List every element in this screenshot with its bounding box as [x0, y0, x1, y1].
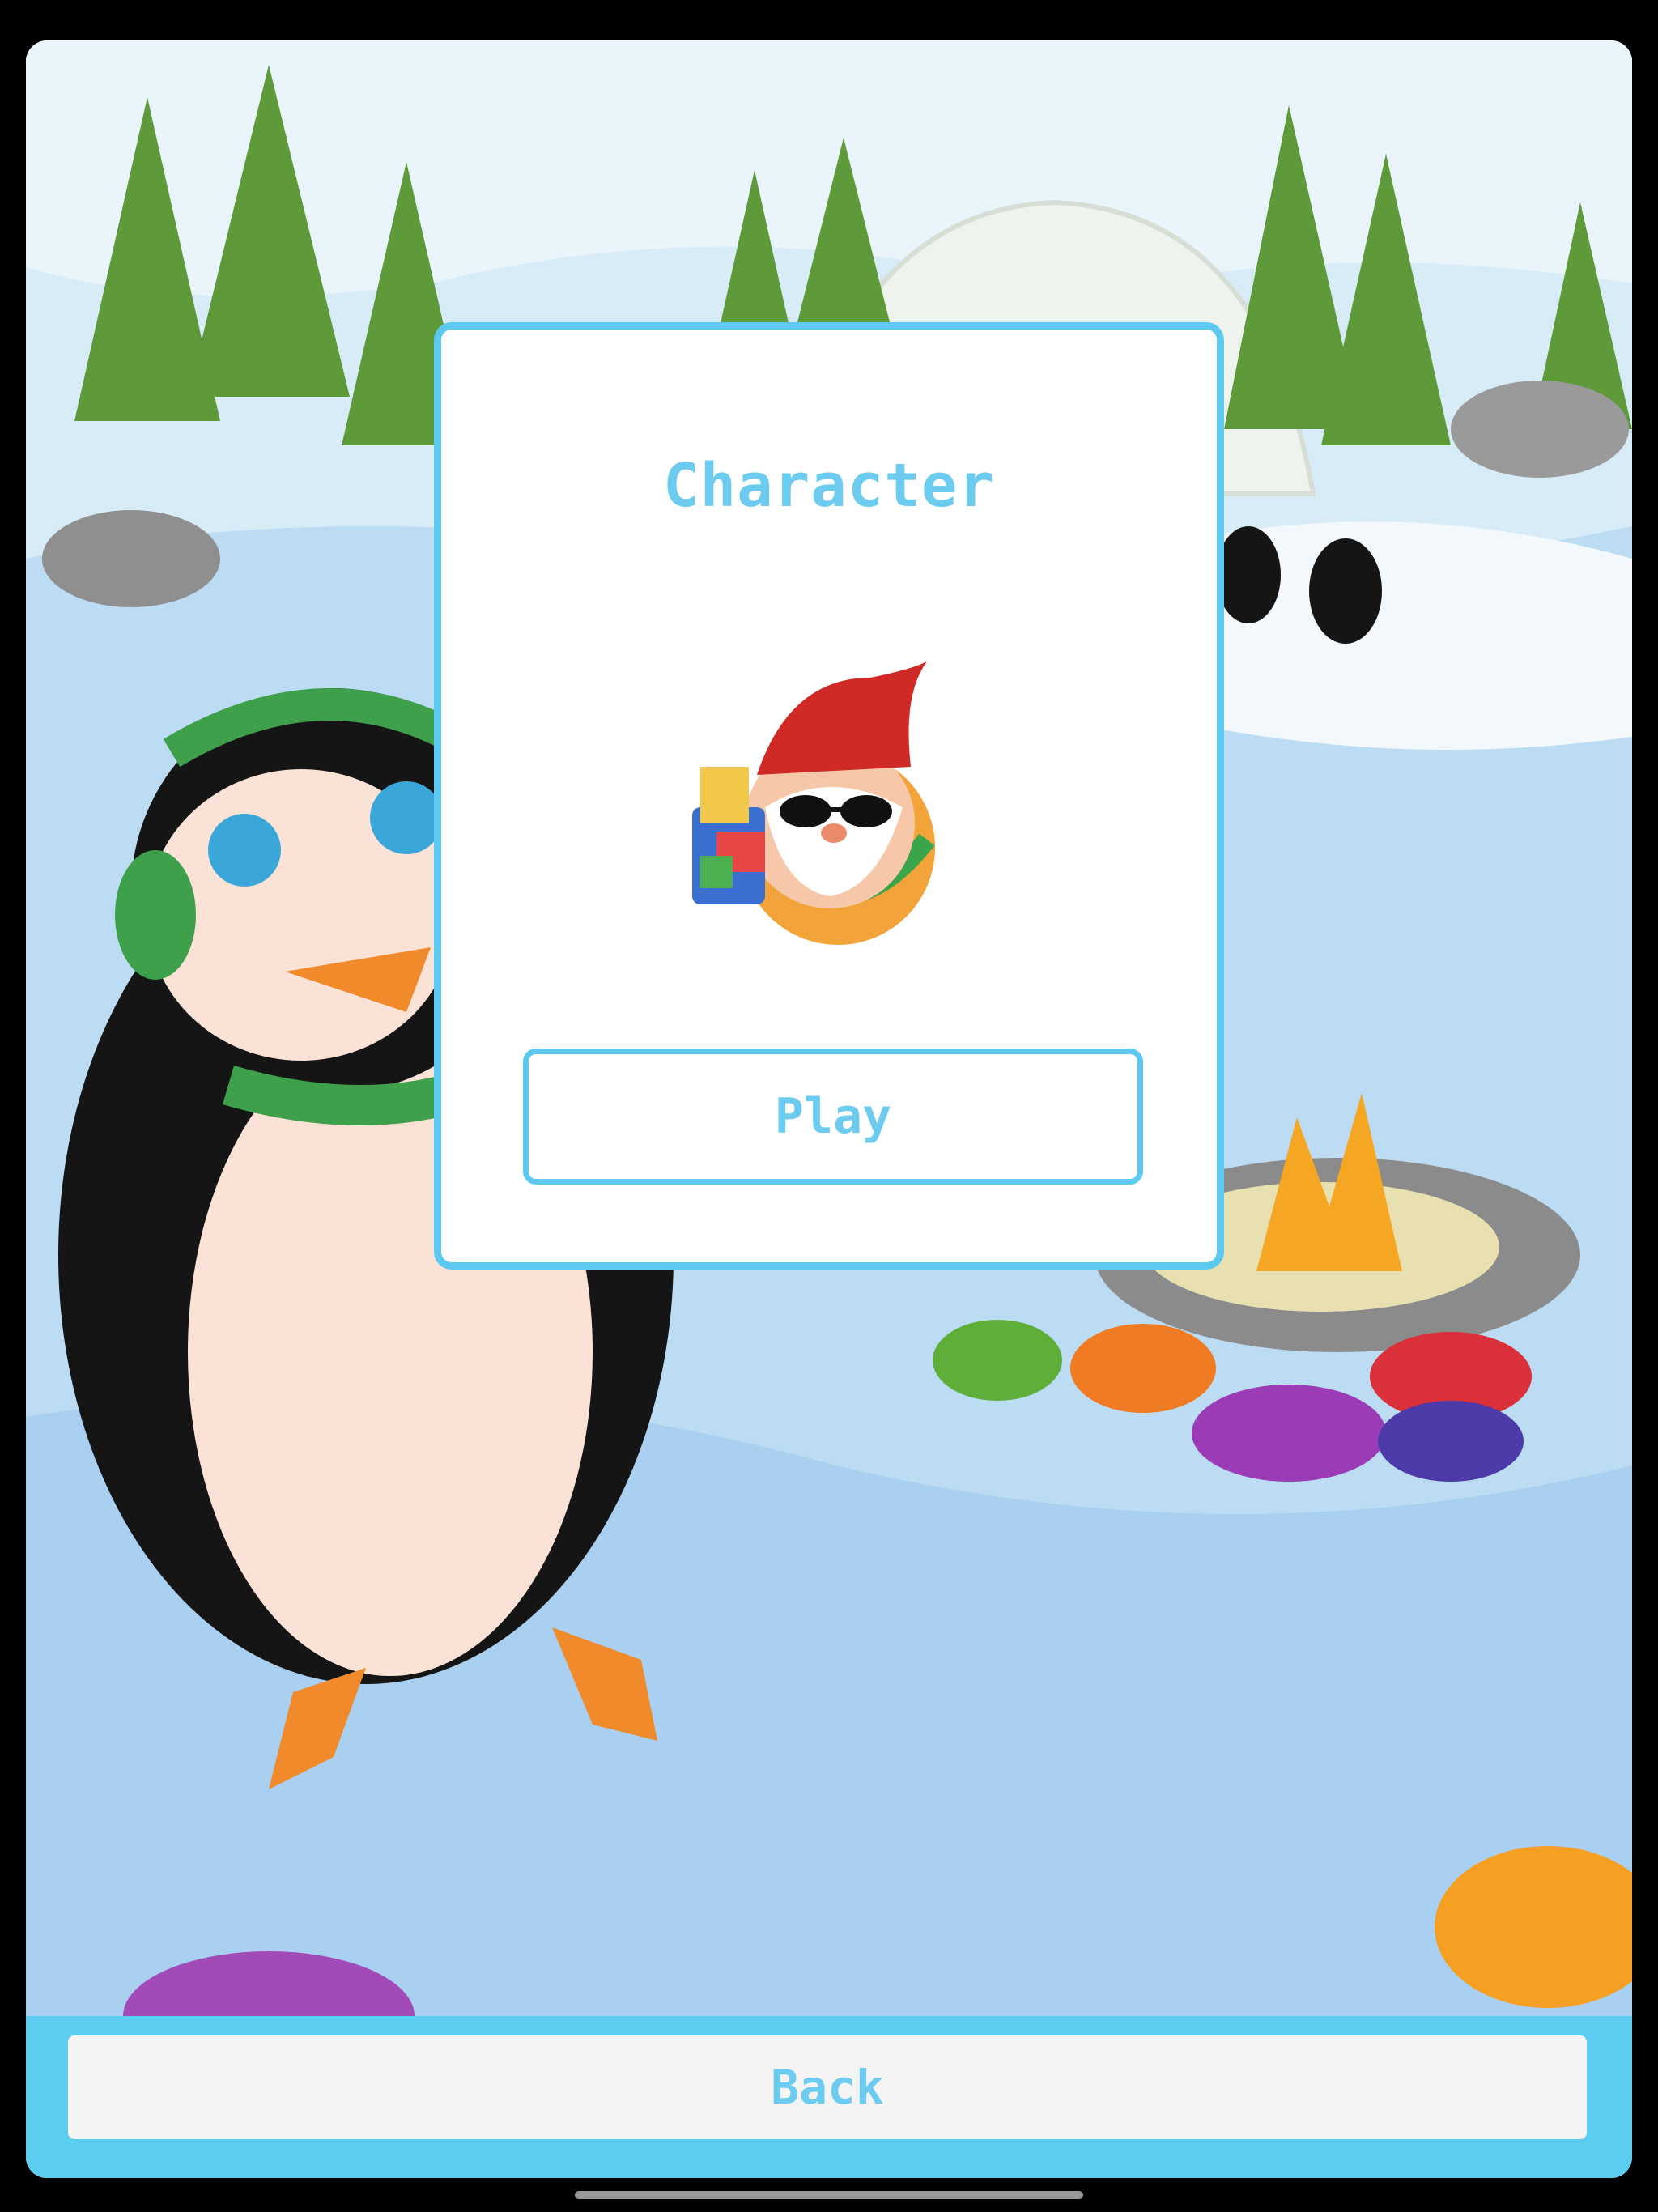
back-button[interactable]: Back [68, 2035, 1587, 2139]
bottom-bar: Back [26, 2016, 1632, 2178]
game-screen: Character Play Back [26, 40, 1632, 2178]
play-button[interactable]: Play [523, 1049, 1143, 1185]
character-dialog: Character Play [434, 322, 1224, 1270]
rock [42, 510, 220, 607]
dialog-title: Character [663, 451, 995, 521]
gnome-character-image[interactable] [668, 645, 976, 953]
home-indicator[interactable] [575, 2191, 1083, 2199]
rock [1451, 381, 1629, 478]
